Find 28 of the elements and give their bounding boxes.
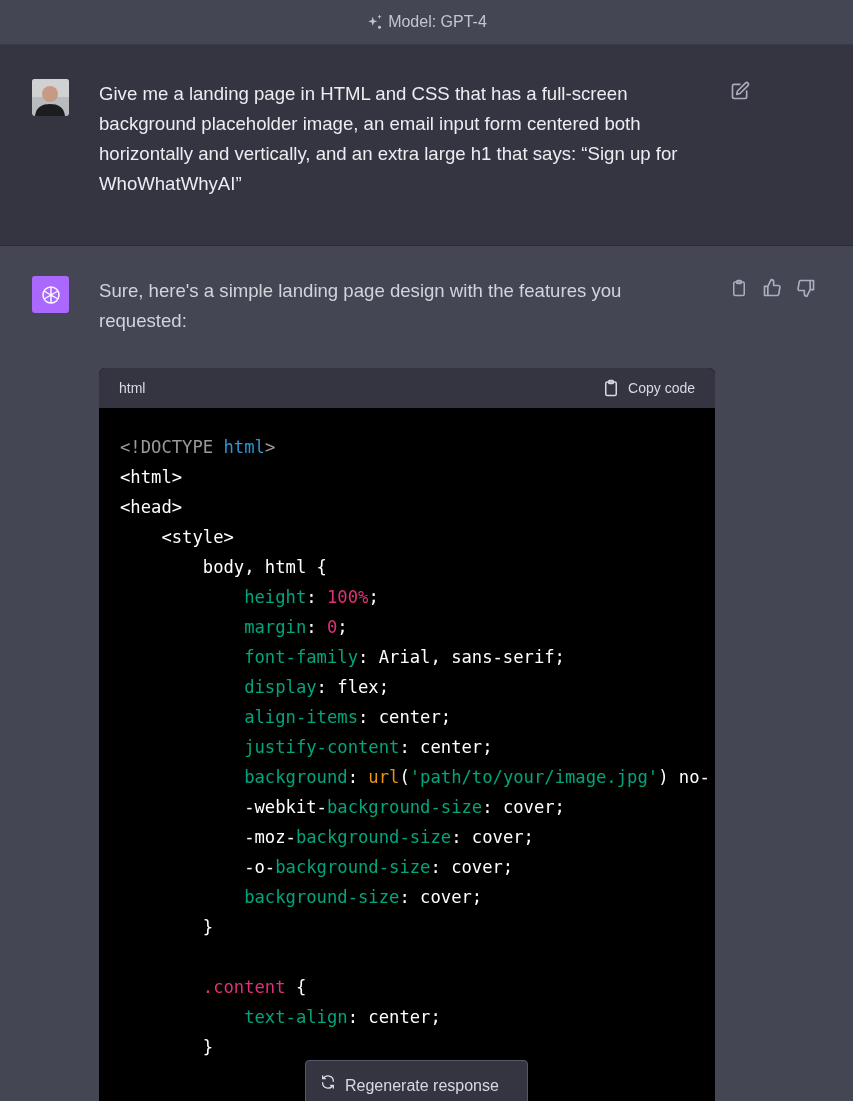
code-line: align-items: center;: [243, 706, 453, 729]
code-line: -webkit-background-size: cover;: [243, 796, 566, 819]
code-line: .content {: [201, 976, 308, 999]
code-line: justify-content: center;: [243, 736, 494, 759]
code-line: -moz-background-size: cover;: [243, 826, 535, 849]
code-line: font-family: Arial, sans-serif;: [243, 646, 566, 669]
code-line: background-size: cover;: [243, 886, 484, 909]
language-label: html: [119, 378, 146, 398]
assistant-avatar: [32, 276, 69, 313]
code-line: display: flex;: [243, 676, 391, 699]
reply-text: Sure, here's a simple landing page design with the features you requested:: [99, 279, 623, 333]
copy-code-button[interactable]: Copy code: [602, 377, 695, 399]
code-line: <!DOCTYPE html>: [120, 436, 277, 459]
code-line: margin: 0;: [243, 616, 349, 639]
refresh-icon: [320, 1074, 336, 1090]
code-line: height: 100%;: [243, 586, 380, 609]
regenerate-button[interactable]: Regenerate response: [305, 1060, 528, 1101]
model-label: Model: GPT-4: [388, 12, 487, 32]
code-line: <head>: [120, 496, 184, 519]
code-line: -o-background-size: cover;: [243, 856, 515, 879]
code-line: <html>: [120, 466, 184, 489]
code-line: }: [201, 1036, 215, 1059]
code-line: text-align: center;: [243, 1006, 442, 1029]
code-line: background: url('path/to/your/image.jpg') no-: [243, 766, 711, 789]
prompt-text: Give me a landing page in HTML and CSS that has a full-screen background placeholder image, an email input form centered both horizontally and vertically, and an extra large h1 that says: “Sign up for WhoWhatWhyAI”: [99, 82, 679, 196]
code-line: body, html {: [201, 556, 328, 579]
code-line: }: [201, 916, 215, 939]
code-line: <style>: [160, 526, 235, 549]
